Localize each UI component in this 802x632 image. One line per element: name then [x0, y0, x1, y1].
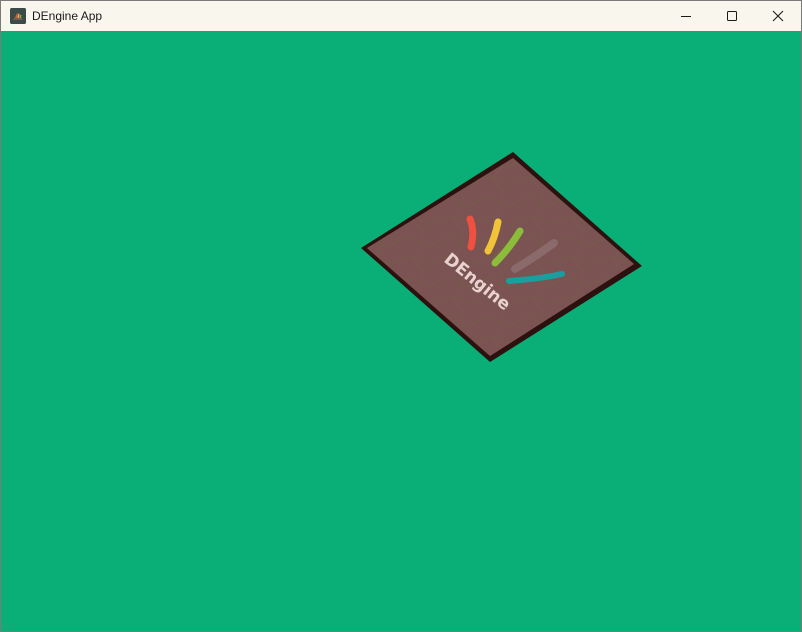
title-bar[interactable]: DEngine App [1, 1, 801, 31]
close-icon [772, 10, 784, 22]
minimize-button[interactable] [663, 1, 709, 31]
render-viewport[interactable]: DEngine [1, 31, 801, 631]
app-icon [10, 8, 26, 24]
maximize-icon [727, 11, 737, 21]
app-window: DEngine App DEngine [0, 0, 802, 632]
close-button[interactable] [755, 1, 801, 31]
minimize-icon [681, 16, 691, 17]
maximize-button[interactable] [709, 1, 755, 31]
scene-canvas: DEngine [361, 152, 642, 362]
logo-stroke-red [466, 215, 477, 251]
window-title: DEngine App [32, 9, 103, 23]
